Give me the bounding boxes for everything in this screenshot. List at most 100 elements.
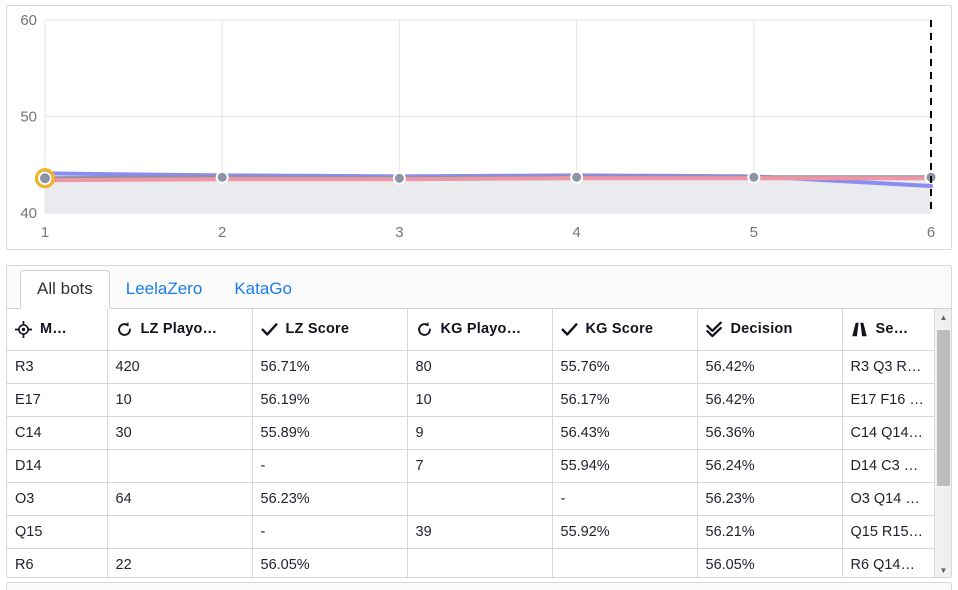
chart-line-katago[interactable] <box>43 176 933 183</box>
column-header-kg_score[interactable]: KG Score <box>552 309 698 351</box>
x-axis-tick-label: 6 <box>927 224 935 241</box>
cell-move: D14 <box>7 449 108 483</box>
cell-sequence: R3 Q3 R… <box>842 350 935 384</box>
column-header-content: LZ Score <box>260 321 399 338</box>
table-row[interactable]: E17 10 56.19% 10 56.17% 56.42% E17 F16 … <box>7 383 935 417</box>
cell-kg_playouts: 39 <box>407 515 553 549</box>
column-header-label: Se… <box>875 321 909 338</box>
tab-katago[interactable]: KataGo <box>218 280 308 308</box>
scroll-down-arrow-icon[interactable]: ▼ <box>935 562 951 577</box>
bots-table-panel: All bots LeelaZero KataGo M… LZ Playo… LZ Sc… <box>6 265 952 578</box>
cell-lz_score: 56.05% <box>252 548 408 577</box>
check-icon <box>260 322 278 336</box>
cell-lz_playouts: 30 <box>107 416 253 450</box>
cell-sequence: C14 Q14… <box>842 416 935 450</box>
crosshair-icon <box>15 320 32 338</box>
cell-kg_playouts <box>407 482 553 516</box>
bot-tabs: All bots LeelaZero KataGo <box>7 266 951 309</box>
cell-lz_score: 55.89% <box>252 416 408 450</box>
table-row[interactable]: R3 420 56.71% 80 55.76% 56.42% R3 Q3 R… <box>7 350 935 384</box>
column-header-content: LZ Playo… <box>116 321 244 338</box>
column-header-content: M… <box>15 320 99 338</box>
chart-panel: 40 50 60 1 2 3 4 5 6 <box>6 5 952 250</box>
column-header-lz_playouts[interactable]: LZ Playo… <box>107 309 253 351</box>
column-header-kg_playouts[interactable]: KG Playo… <box>407 309 553 351</box>
refresh-icon <box>417 321 431 336</box>
column-header-label: LZ Score <box>285 321 350 338</box>
app-root: 40 50 60 1 2 3 4 5 6 All bots LeelaZero KataGo M… L… <box>0 0 958 590</box>
cell-decision: 56.36% <box>697 416 843 450</box>
table-vertical-scrollbar[interactable]: ▲ ▼ <box>934 309 951 577</box>
y-axis-tick-label: 40 <box>20 205 37 222</box>
cell-decision: 56.05% <box>697 548 843 577</box>
scrollbar-thumb[interactable] <box>937 330 950 486</box>
cell-move: E17 <box>7 383 108 417</box>
cell-lz_playouts: 10 <box>107 383 253 417</box>
column-header-label: Decision <box>730 321 793 338</box>
x-axis-tick-label: 3 <box>395 224 403 241</box>
scroll-up-arrow-icon[interactable]: ▲ <box>935 309 951 326</box>
bottom-panel <box>6 582 952 590</box>
cell-lz_playouts: 64 <box>107 482 253 516</box>
column-header-content: KG Playo… <box>416 321 544 338</box>
table-row[interactable]: O3 64 56.23% -56.23% O3 Q14 … <box>7 482 935 516</box>
cell-kg_score <box>552 548 698 577</box>
cell-kg_playouts <box>407 548 553 577</box>
cell-kg_playouts: 9 <box>407 416 553 450</box>
cell-kg_playouts: 7 <box>407 449 553 483</box>
refresh-icon <box>117 321 131 336</box>
cell-kg_score: 55.92% <box>552 515 698 549</box>
chart-area-fill <box>45 177 931 213</box>
cell-decision: 56.21% <box>697 515 843 549</box>
column-header-label: M… <box>40 321 67 338</box>
cell-lz_score: 56.19% <box>252 383 408 417</box>
column-header-move[interactable]: M… <box>7 309 108 351</box>
column-header-sequence[interactable]: Se… <box>842 309 935 351</box>
cell-move: O3 <box>7 482 108 516</box>
x-axis-tick-label: 2 <box>218 224 226 241</box>
check-icon <box>560 322 578 336</box>
cell-move: R6 <box>7 548 108 577</box>
cell-sequence: Q15 R15… <box>842 515 935 549</box>
table-row[interactable]: R6 22 56.05% 56.05% R6 Q14… <box>7 548 935 577</box>
cell-lz_score: - <box>252 515 408 549</box>
double-check-icon <box>705 321 722 337</box>
tab-all-bots[interactable]: All bots <box>20 270 110 309</box>
column-header-lz_score[interactable]: LZ Score <box>252 309 408 351</box>
y-axis-tick-label: 60 <box>20 12 37 29</box>
cell-decision: 56.23% <box>697 482 843 516</box>
cell-lz_playouts <box>107 449 253 483</box>
chart-data-point[interactable] <box>747 170 761 184</box>
cell-lz_playouts: 420 <box>107 350 253 384</box>
cell-kg_playouts: 10 <box>407 383 553 417</box>
cell-kg_score: - <box>552 482 698 516</box>
cell-kg_playouts: 80 <box>407 350 553 384</box>
chart-data-point[interactable] <box>570 170 584 184</box>
tab-leelazero[interactable]: LeelaZero <box>110 280 219 308</box>
cell-decision: 56.42% <box>697 383 843 417</box>
cell-sequence: E17 F16 … <box>842 383 935 417</box>
table-header-row: M… LZ Playo… LZ Score KG Playo… KG Score Deci… <box>7 309 935 351</box>
selected-point[interactable] <box>40 173 50 184</box>
column-header-label: KG Playo… <box>440 321 522 338</box>
cell-lz_score: - <box>252 449 408 483</box>
column-header-content: Decision <box>705 321 834 338</box>
table-row[interactable]: Q15 -39 55.92% 56.21% Q15 R15… <box>7 515 935 549</box>
chart-data-point[interactable] <box>215 170 229 184</box>
chart-data-point[interactable] <box>392 171 406 185</box>
cell-kg_score: 56.43% <box>552 416 698 450</box>
cell-lz_score: 56.71% <box>252 350 408 384</box>
x-axis-tick-label: 1 <box>41 224 49 241</box>
cell-decision: 56.42% <box>697 350 843 384</box>
cell-kg_score: 56.17% <box>552 383 698 417</box>
x-axis-tick-label: 5 <box>750 224 758 241</box>
cell-lz_playouts: 22 <box>107 548 253 577</box>
cell-decision: 56.24% <box>697 449 843 483</box>
cell-sequence: R6 Q14… <box>842 548 935 577</box>
column-header-decision[interactable]: Decision <box>697 309 843 351</box>
grid-scroll-area[interactable]: M… LZ Playo… LZ Score KG Playo… KG Score Deci… <box>7 309 951 577</box>
table-row[interactable]: D14 -7 55.94% 56.24% D14 C3 … <box>7 449 935 483</box>
y-axis-tick-label: 50 <box>20 109 37 126</box>
score-trend-chart[interactable]: 40 50 60 1 2 3 4 5 6 <box>7 6 951 249</box>
table-row[interactable]: C14 30 55.89% 9 56.43% 56.36% C14 Q14… <box>7 416 935 450</box>
